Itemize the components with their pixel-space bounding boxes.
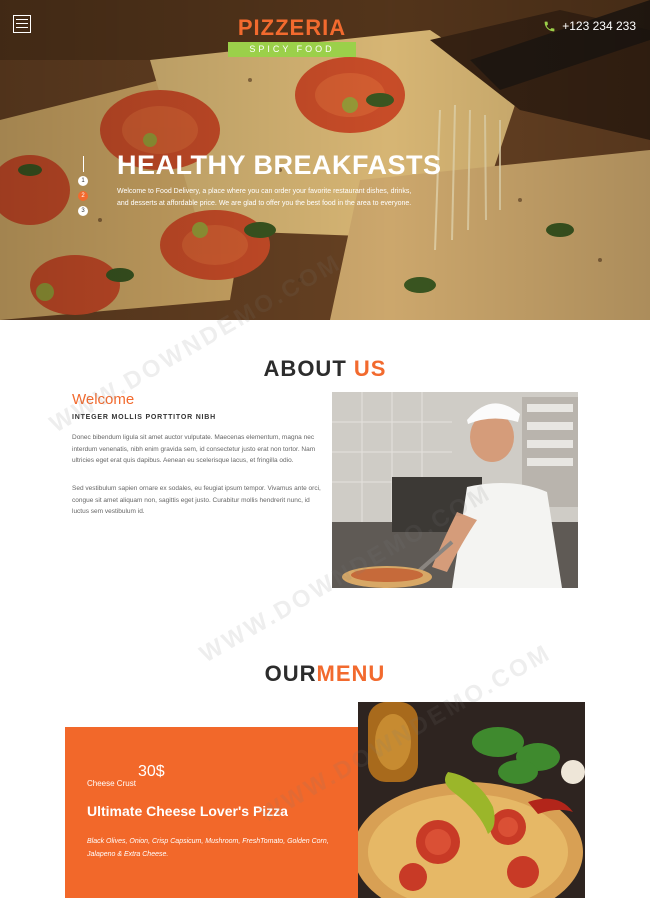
about-subtitle: INTEGER MOLLIS PORTTITOR NIBH — [72, 414, 217, 421]
menu-item-description: Black Olives, Onion, Crisp Capsicum, Mus… — [87, 838, 329, 858]
hero-banner: PIZZERIA SPICY FOOD +123 234 233 1 2 3 H… — [0, 0, 650, 320]
about-paragraph-1: Donec bibendum ligula sit amet auctor vu… — [72, 434, 316, 464]
about-title-accent: US — [353, 356, 387, 381]
about-section-title: ABOUT US — [0, 356, 650, 382]
menu-item-name[interactable]: Ultimate Cheese Lover's Pizza — [87, 803, 288, 819]
about-paragraph-2: Sed vestibulum sapien ornare ex sodales,… — [72, 485, 321, 515]
phone-icon — [544, 21, 555, 31]
about-welcome: Welcome — [72, 391, 135, 408]
menu-item-price: 30$ — [138, 763, 165, 780]
phone-number: +123 234 233 — [562, 19, 636, 33]
slider-line — [83, 156, 84, 172]
hero-title: HEALTHY BREAKFASTS — [117, 150, 442, 180]
logo-subtitle: SPICY FOOD — [228, 42, 356, 57]
slide-dot-1[interactable]: 1 — [78, 176, 88, 186]
about-title-main: ABOUT — [263, 356, 347, 381]
menu-item-price-label: Cheese Crust — [87, 779, 136, 788]
slide-dot-2[interactable]: 2 — [78, 191, 88, 201]
hamburger-menu-icon[interactable] — [13, 15, 31, 33]
chef-photo — [332, 392, 578, 588]
menu-item-photo — [358, 702, 585, 898]
chef-image — [332, 392, 578, 588]
slide-dot-3[interactable]: 3 — [78, 206, 88, 216]
logo-title: PIZZERIA — [237, 15, 347, 40]
menu-title-accent: MENU — [316, 661, 386, 686]
slider-pagination: 1 2 3 — [78, 156, 90, 221]
menu-title-main: OUR — [264, 661, 317, 686]
menu-section-title: OURMENU — [0, 661, 650, 687]
site-logo[interactable]: PIZZERIA SPICY FOOD — [228, 16, 356, 57]
phone-contact[interactable]: +123 234 233 — [543, 19, 636, 33]
hero-text: Welcome to Food Delivery, a place where … — [117, 188, 412, 207]
pizza-image — [358, 702, 585, 898]
menu-item-card[interactable]: Cheese Crust 30$ Ultimate Cheese Lover's… — [65, 727, 358, 898]
